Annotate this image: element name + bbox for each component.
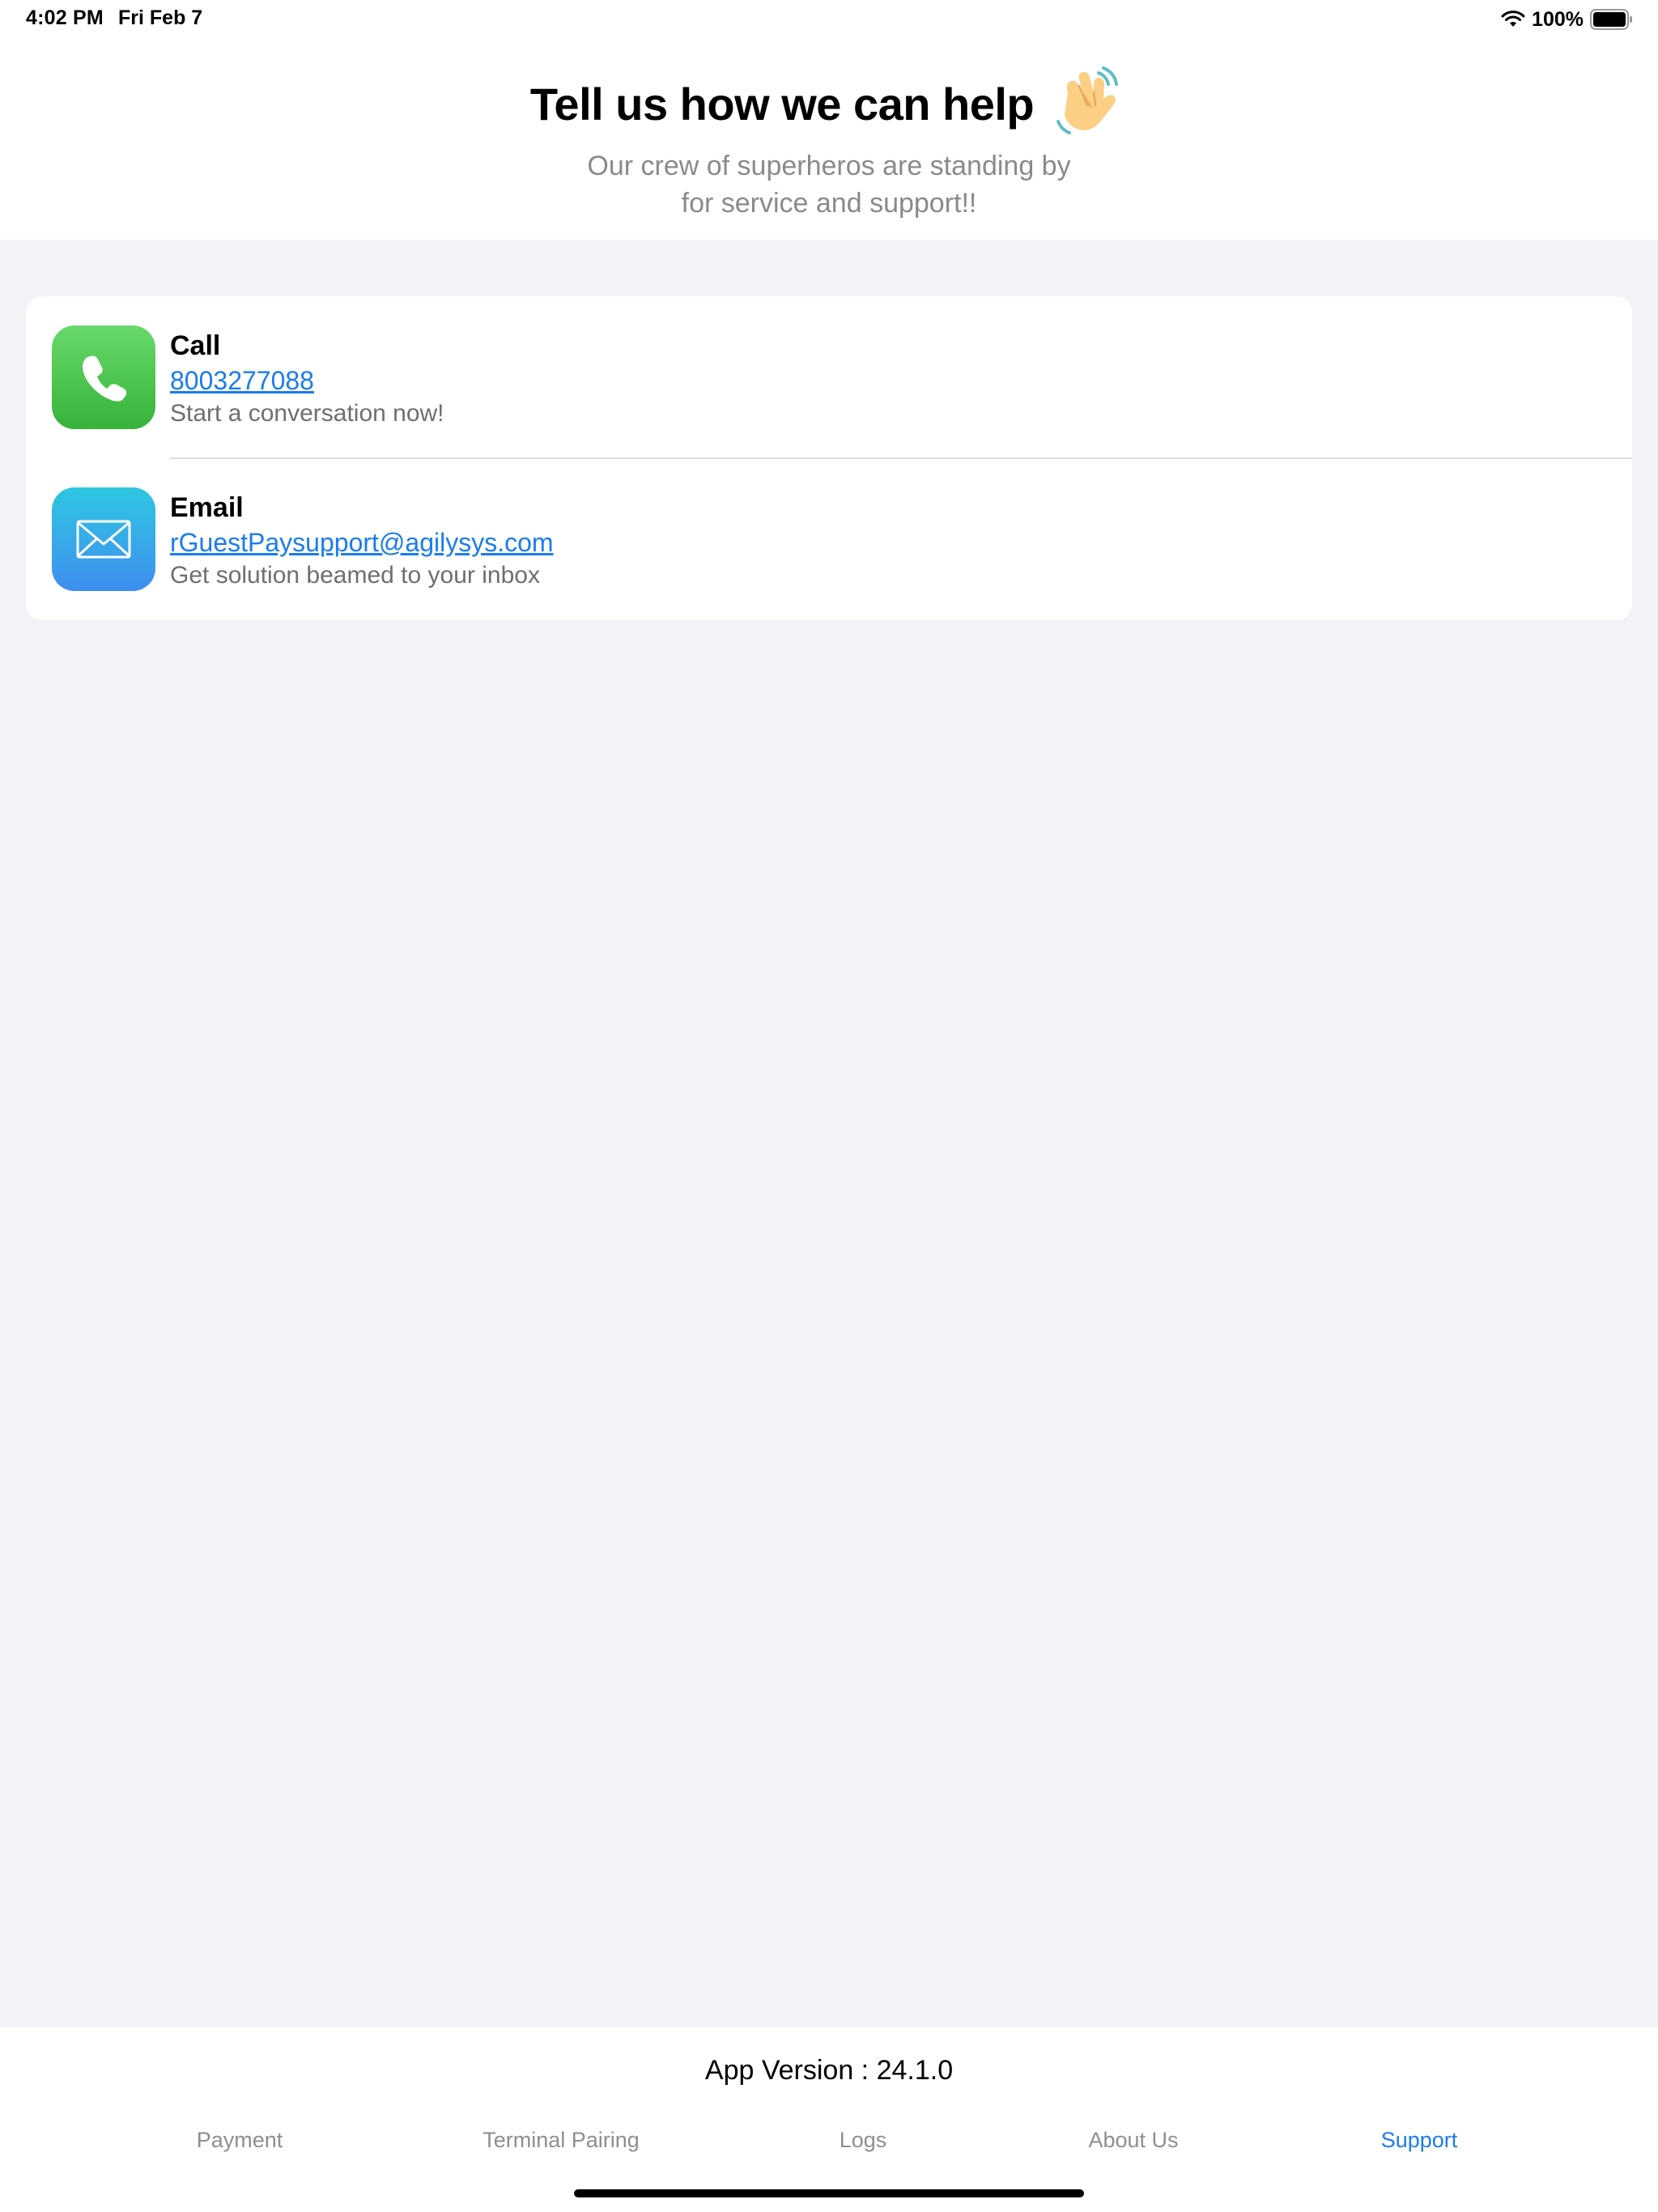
tab-terminal-pairing[interactable]: Terminal Pairing <box>415 2128 707 2153</box>
subtitle-line-2: for service and support!! <box>681 188 977 219</box>
mail-icon <box>52 487 155 591</box>
bottom-bar: App Version : 24.1.0 Payment Terminal Pa… <box>0 2027 1658 2212</box>
status-date: Fri Feb 7 <box>118 6 203 29</box>
status-bar: 4:02 PM Fri Feb 7 100% <box>0 0 1658 39</box>
call-description: Start a conversation now! <box>170 400 444 427</box>
email-row[interactable]: Email rGuestPaysupport@agilysys.com Get … <box>26 458 1632 620</box>
tab-about-us[interactable]: About Us <box>988 2128 1279 2153</box>
phone-icon <box>52 325 155 429</box>
call-row[interactable]: Call 8003277088 Start a conversation now… <box>26 296 1632 459</box>
battery-percent: 100% <box>1532 7 1584 31</box>
waving-hand-icon <box>1056 66 1119 134</box>
status-indicators: 100% <box>1501 6 1634 32</box>
page-subtitle: Our crew of superheros are standing by f… <box>0 147 1658 222</box>
call-title: Call <box>170 330 221 361</box>
email-title: Email <box>170 492 244 523</box>
tab-logs[interactable]: Logs <box>717 2128 1009 2153</box>
subtitle-line-1: Our crew of superheros are standing by <box>587 151 1071 181</box>
app-version: App Version : 24.1.0 <box>704 2055 954 2086</box>
status-time: 4:02 PM <box>26 6 104 29</box>
call-phone-link[interactable]: 8003277088 <box>170 366 314 396</box>
tab-bar: Payment Terminal Pairing Logs About Us S… <box>0 2128 1658 2176</box>
wifi-icon <box>1501 11 1525 27</box>
tab-payment[interactable]: Payment <box>94 2128 385 2153</box>
battery-icon <box>1590 9 1632 30</box>
header-title-row: Tell us how we can help <box>0 65 1658 143</box>
contact-options-card: Call 8003277088 Start a conversation now… <box>26 296 1632 620</box>
header-area: 4:02 PM Fri Feb 7 100% Tell us how we ca… <box>0 0 1658 240</box>
email-description: Get solution beamed to your inbox <box>170 562 540 589</box>
support-screen: 4:02 PM Fri Feb 7 100% Tell us how we ca… <box>0 0 1658 2212</box>
email-address-link[interactable]: rGuestPaysupport@agilysys.com <box>170 528 554 558</box>
home-indicator[interactable] <box>574 2189 1084 2197</box>
page-title: Tell us how we can help <box>529 78 1035 130</box>
tab-support[interactable]: Support <box>1273 2128 1565 2153</box>
